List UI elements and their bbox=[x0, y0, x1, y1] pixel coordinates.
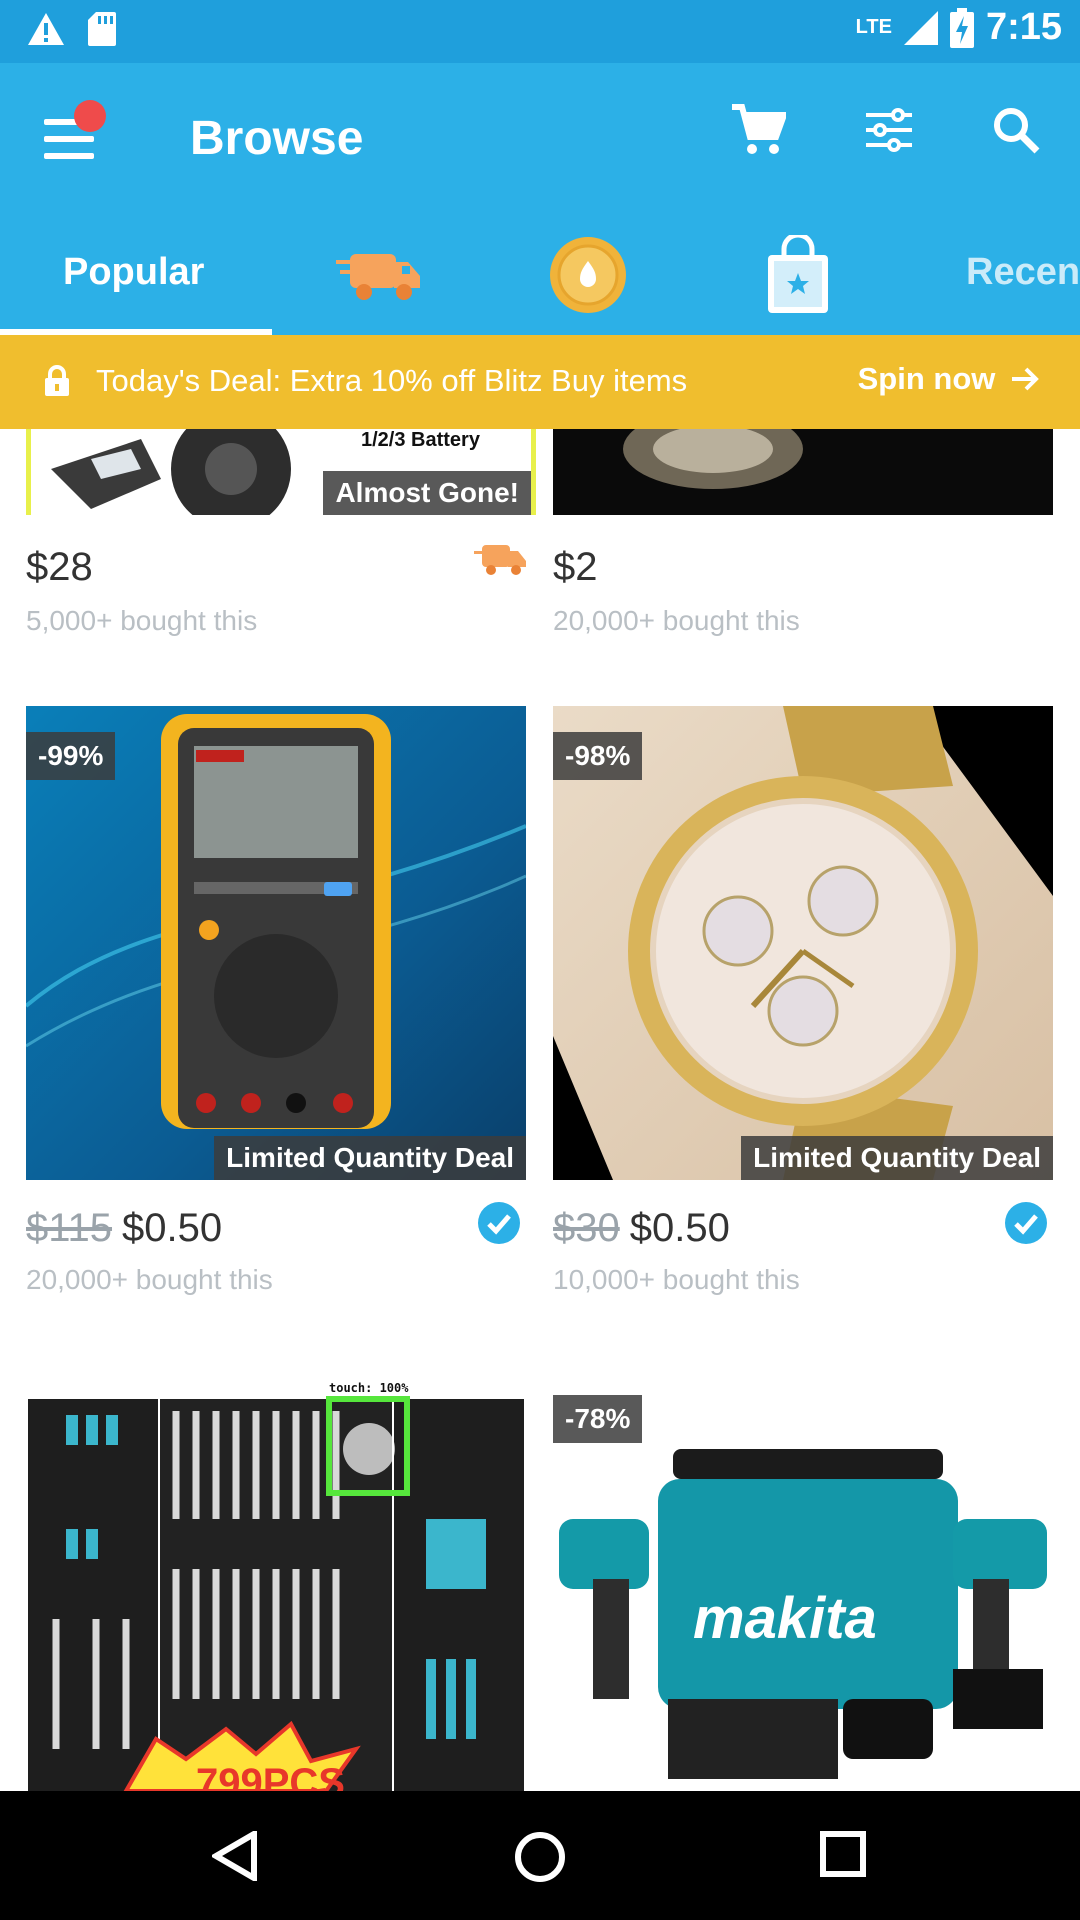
product-card[interactable]: -99% Limited Quantity Deal $115 $0.50 20,… bbox=[26, 706, 526, 1295]
product-price: $115 $0.50 bbox=[26, 1206, 222, 1251]
filter-icon[interactable] bbox=[864, 107, 914, 153]
toolset-image bbox=[28, 1396, 524, 1791]
shopping-bag-star-icon[interactable] bbox=[766, 235, 830, 315]
product-badge: Almost Gone! bbox=[323, 471, 531, 515]
verified-icon bbox=[478, 1202, 520, 1244]
cart-icon[interactable] bbox=[730, 103, 786, 157]
product-image-text: makita bbox=[693, 1586, 877, 1651]
product-old-price: $30 bbox=[553, 1206, 620, 1250]
product-image: -99% Limited Quantity Deal bbox=[26, 706, 526, 1180]
touch-indicator-label: touch: 100% bbox=[329, 1381, 409, 1395]
product-badge: Limited Quantity Deal bbox=[741, 1136, 1053, 1180]
product-new-price: $0.50 bbox=[122, 1206, 223, 1250]
discount-badge: -98% bbox=[553, 732, 643, 780]
fast-shipping-icon bbox=[474, 545, 526, 575]
watch-image bbox=[623, 429, 803, 489]
product-card[interactable]: -78% makita bbox=[553, 1369, 1053, 1791]
delivery-truck-icon[interactable] bbox=[336, 248, 422, 304]
lock-icon bbox=[45, 365, 69, 396]
deal-text: Today's Deal: Extra 10% off Blitz Buy it… bbox=[96, 363, 688, 398]
app-bar: Browse bbox=[0, 63, 1080, 213]
product-old-price: $115 bbox=[26, 1206, 113, 1250]
tab-recent[interactable]: Recen bbox=[966, 251, 1080, 294]
battery-charging-icon bbox=[949, 7, 974, 48]
navigation-bar bbox=[0, 1791, 1080, 1920]
product-price: $28 bbox=[26, 545, 93, 589]
product-price: $30 $0.50 bbox=[553, 1206, 730, 1251]
verified-icon bbox=[1005, 1202, 1047, 1244]
discount-badge: -78% bbox=[553, 1395, 643, 1443]
notification-dot bbox=[74, 100, 106, 132]
product-image bbox=[553, 429, 1053, 515]
product-image-text: 1/2/3 Battery bbox=[361, 429, 480, 451]
clock: 7:15 bbox=[985, 6, 1062, 48]
product-price: $2 bbox=[553, 545, 598, 589]
product-grid: 1/2/3 Battery Almost Gone! $28 5,000+ bo… bbox=[0, 429, 1080, 1791]
product-image: -98% Limited Quantity Deal bbox=[553, 706, 1053, 1180]
network-type: LTE bbox=[855, 16, 892, 38]
page-title: Browse bbox=[190, 112, 364, 165]
product-card[interactable]: touch: 100% 799PCS bbox=[26, 1369, 526, 1791]
product-image: 1/2/3 Battery Almost Gone! bbox=[26, 429, 536, 515]
product-sold-count: 5,000+ bought this bbox=[26, 605, 258, 636]
tab-popular[interactable]: Popular bbox=[0, 213, 272, 335]
sd-card-icon bbox=[88, 12, 116, 46]
status-bar: LTE 7:15 bbox=[0, 0, 1080, 63]
product-sold-count: 20,000+ bought this bbox=[26, 1264, 273, 1295]
product-image: -78% makita bbox=[553, 1369, 1053, 1791]
arrow-right-icon bbox=[1012, 367, 1039, 391]
discount-badge: -99% bbox=[26, 732, 116, 780]
wheel-icon[interactable] bbox=[548, 235, 628, 315]
product-image: touch: 100% 799PCS bbox=[26, 1369, 526, 1791]
product-card[interactable]: -98% Limited Quantity Deal $30 $0.50 10,0… bbox=[553, 706, 1053, 1295]
spin-now-button[interactable]: Spin now bbox=[858, 361, 1040, 397]
product-badge: Limited Quantity Deal bbox=[214, 1136, 526, 1180]
product-sold-count: 10,000+ bought this bbox=[553, 1264, 800, 1295]
spin-now-label: Spin now bbox=[857, 361, 996, 396]
search-icon[interactable] bbox=[992, 106, 1040, 154]
product-card[interactable]: $2 20,000+ bought this bbox=[553, 429, 1053, 649]
product-card[interactable]: 1/2/3 Battery Almost Gone! $28 5,000+ bo… bbox=[26, 429, 536, 649]
warning-icon bbox=[28, 13, 64, 45]
product-sold-count: 20,000+ bought this bbox=[553, 605, 800, 636]
home-icon[interactable] bbox=[514, 1831, 566, 1883]
product-image-text: 799PCS bbox=[196, 1761, 345, 1791]
back-icon[interactable] bbox=[212, 1831, 258, 1881]
tab-bar: Popular Recen bbox=[0, 213, 1080, 335]
recents-icon[interactable] bbox=[820, 1831, 866, 1877]
signal-icon bbox=[903, 10, 938, 45]
deal-banner[interactable]: Today's Deal: Extra 10% off Blitz Buy it… bbox=[0, 335, 1080, 429]
tab-popular-label: Popular bbox=[63, 251, 205, 293]
product-new-price: $0.50 bbox=[629, 1206, 730, 1250]
